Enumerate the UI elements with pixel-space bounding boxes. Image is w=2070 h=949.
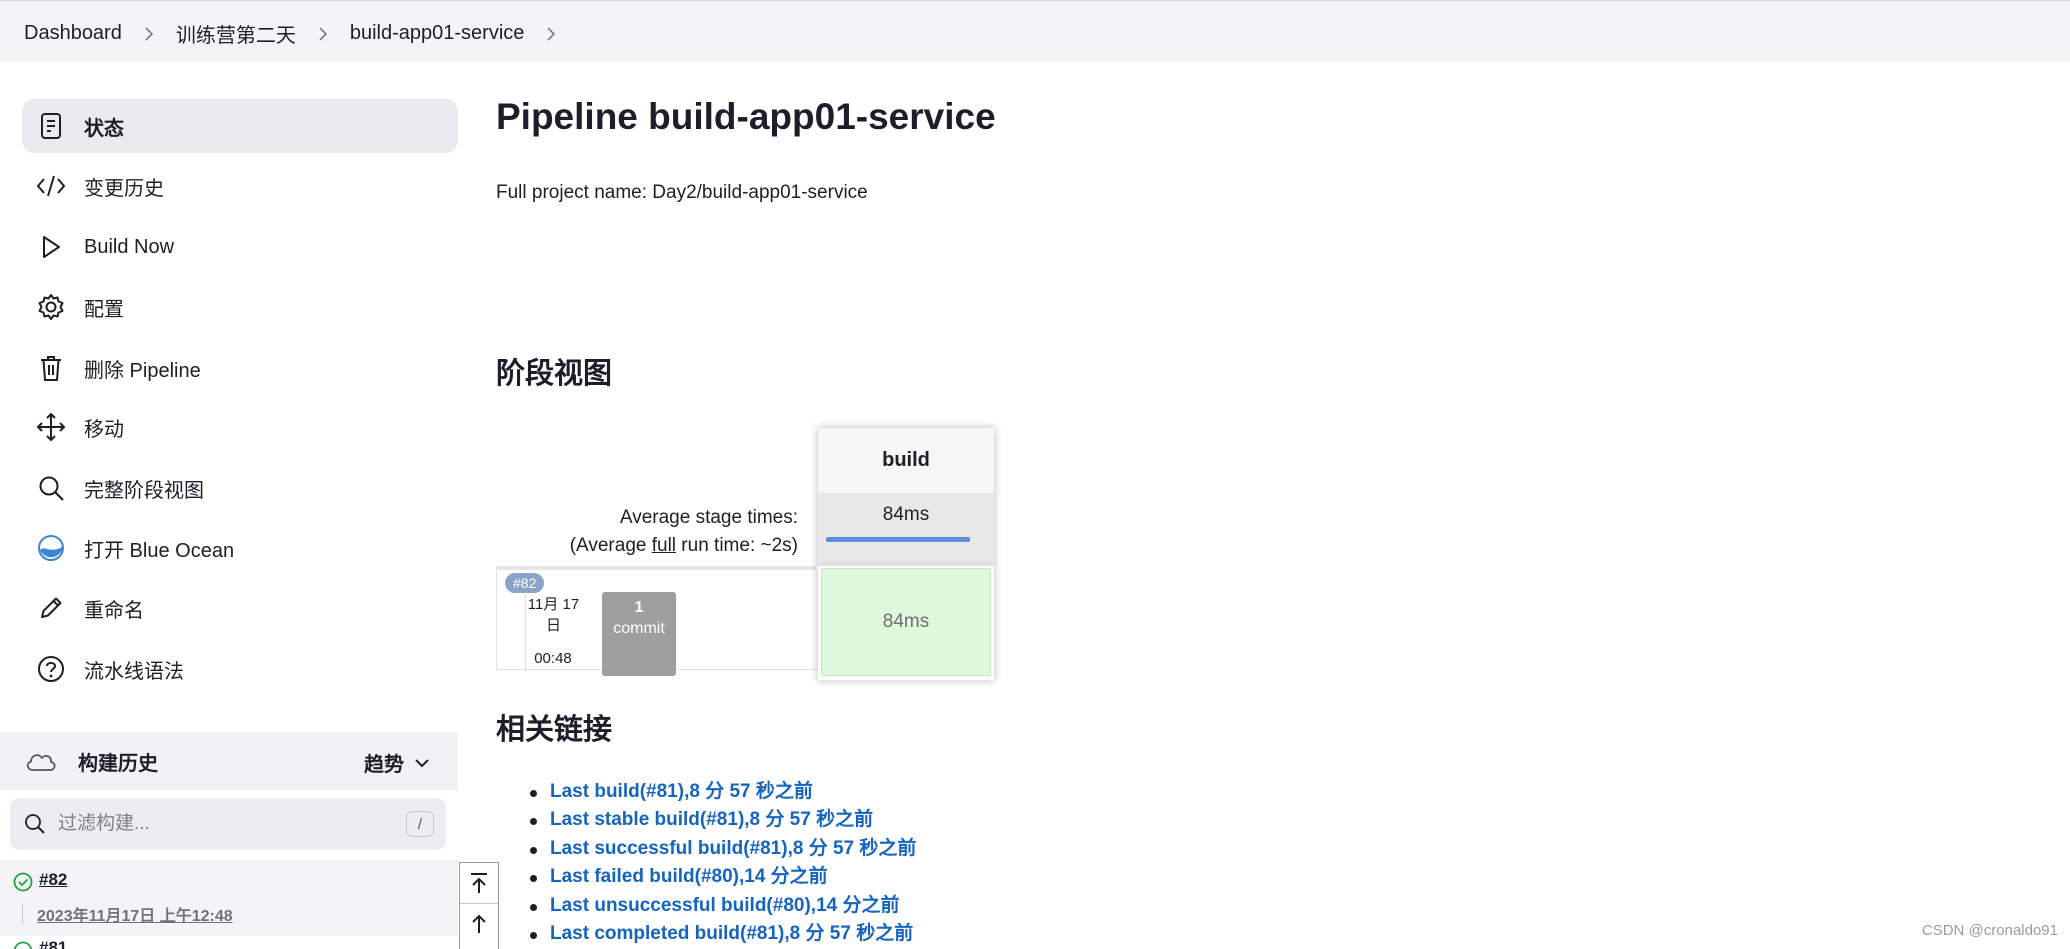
stage-divider — [818, 562, 994, 566]
stage-name: build — [818, 428, 994, 494]
sidebar-item-status[interactable]: 状态 — [22, 99, 458, 153]
sidebar-item-configure[interactable]: 配置 — [22, 280, 458, 334]
average-run-time: (Average full run time: ~2s) — [569, 535, 798, 556]
watermark: CSDN @cronaldo91 — [1921, 922, 2058, 939]
build-filter-input[interactable] — [58, 813, 398, 835]
stage-average-time: 84ms — [882, 504, 930, 525]
chevron-right-icon[interactable] — [546, 26, 556, 42]
help-icon — [36, 654, 66, 684]
commit-label: commit — [613, 620, 665, 637]
commit-count: 1 — [634, 599, 644, 616]
chevron-down-icon — [415, 758, 429, 767]
build-date-link[interactable]: 2023年11月17日 上午12:48 — [37, 902, 233, 926]
build-history-row[interactable]: #81 — [0, 938, 458, 949]
success-check-icon — [13, 941, 33, 949]
sidebar-item-delete-pipeline[interactable]: 删除 Pipeline — [22, 341, 458, 395]
related-links-title: 相关链接 — [496, 714, 613, 746]
timeline-line — [22, 904, 23, 924]
page-title: Pipeline build-app01-service — [496, 96, 996, 137]
build-number-link[interactable]: #82 — [39, 870, 67, 890]
trash-icon — [36, 353, 66, 383]
search-icon — [36, 473, 66, 503]
sidebar-item-label: Build Now — [84, 235, 175, 258]
shortcut-key-hint: / — [406, 811, 434, 837]
breadcrumb-dashboard[interactable]: Dashboard — [24, 22, 122, 45]
stage-progress-bar — [826, 537, 970, 542]
success-check-icon — [13, 872, 33, 897]
cloud-icon — [24, 749, 60, 773]
stage-view-title: 阶段视图 — [496, 358, 613, 390]
related-link[interactable]: Last successful build(#81),8 分 57 秒之前 — [496, 835, 916, 863]
status-icon — [36, 111, 66, 141]
build-history-row[interactable]: #82 2023年11月17日 上午12:48 — [0, 860, 458, 936]
scroll-controls — [459, 862, 499, 949]
sidebar-item-label: 完整阶段视图 — [84, 479, 204, 502]
full-link[interactable]: full — [652, 535, 676, 556]
play-icon — [36, 232, 66, 262]
build-number-link[interactable]: #81 — [39, 938, 67, 949]
run-badge[interactable]: #82 — [505, 573, 545, 593]
related-link[interactable]: Last unsuccessful build(#80),14 分之前 — [496, 892, 916, 920]
scroll-to-top-button[interactable] — [460, 863, 498, 903]
sidebar-item-label: 删除 Pipeline — [84, 359, 201, 382]
sidebar-item-label: 配置 — [84, 298, 124, 321]
sidebar-item-pipeline-syntax[interactable]: 流水线语法 — [22, 642, 458, 696]
run-time: 00:48 — [534, 650, 572, 667]
related-link[interactable]: Last build(#81),8 分 57 秒之前 — [496, 778, 916, 806]
stage-view: Average stage times: (Average full run t… — [496, 428, 996, 680]
search-icon — [24, 813, 46, 835]
scroll-top-icon — [471, 873, 487, 893]
sidebar-item-label: 变更历史 — [84, 177, 164, 200]
full-project-name: Full project name: Day2/build-app01-serv… — [496, 182, 868, 203]
arrow-up-icon — [472, 914, 486, 933]
sidebar-item-label: 移动 — [84, 418, 124, 441]
sidebar-item-label: 打开 Blue Ocean — [84, 539, 235, 562]
run-row: #82 11月 17 日 00:48 1 commit — [496, 570, 818, 676]
stage-average: 84ms — [818, 494, 994, 562]
sidebar-item-move[interactable]: 移动 — [22, 400, 458, 454]
build-history-header: 构建历史 趋势 — [0, 732, 458, 790]
sidebar-item-label: 重命名 — [84, 599, 144, 622]
sidebar-item-blue-ocean[interactable]: 打开 Blue Ocean — [22, 521, 458, 575]
related-link[interactable]: Last failed build(#80),14 分之前 — [496, 863, 916, 891]
average-stage-times-label: Average stage times: — [619, 507, 798, 528]
related-link[interactable]: Last completed build(#81),8 分 57 秒之前 — [496, 920, 916, 948]
pencil-icon — [36, 593, 66, 623]
average-stage-times: Average stage times: (Average full run t… — [496, 504, 798, 560]
breadcrumb-folder[interactable]: 训练营第二天 — [176, 19, 296, 48]
sidebar-item-changes[interactable]: 变更历史 — [22, 159, 458, 213]
related-link[interactable]: Last stable build(#81),8 分 57 秒之前 — [496, 806, 916, 834]
related-links-list: Last build(#81),8 分 57 秒之前 Last stable b… — [496, 778, 916, 948]
code-icon — [36, 171, 66, 201]
commit-badge[interactable]: 1 commit — [602, 592, 676, 676]
sidebar-item-label: 状态 — [84, 117, 124, 140]
chevron-right-icon — [144, 26, 154, 42]
breadcrumb: Dashboard 训练营第二天 build-app01-service — [24, 19, 578, 48]
stage-column-build: build 84ms 84ms — [818, 428, 994, 680]
scroll-up-button[interactable] — [460, 903, 498, 943]
breadcrumb-job[interactable]: build-app01-service — [350, 22, 525, 45]
gear-icon — [36, 292, 66, 322]
blue-ocean-icon — [36, 533, 66, 563]
chevron-right-icon — [318, 26, 328, 42]
trend-label: 趋势 — [364, 754, 404, 776]
build-filter: / — [10, 798, 446, 850]
trend-dropdown[interactable]: 趋势 — [364, 748, 430, 777]
sidebar-item-build-now[interactable]: Build Now — [22, 220, 458, 274]
sidebar-item-full-stage-view[interactable]: 完整阶段视图 — [22, 461, 458, 515]
stage-cell-success[interactable]: 84ms — [821, 568, 991, 676]
sidebar-item-label: 流水线语法 — [84, 660, 184, 683]
sidebar-item-rename[interactable]: 重命名 — [22, 581, 458, 635]
build-history-title: 构建历史 — [78, 752, 158, 775]
move-icon — [36, 412, 66, 442]
breadcrumb-bar: Dashboard 训练营第二天 build-app01-service — [0, 0, 2070, 62]
